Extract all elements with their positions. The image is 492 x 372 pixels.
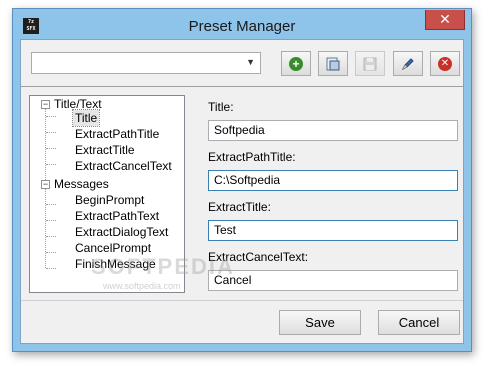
tree-item-extract-cancel-text[interactable]: ExtractCancelText — [75, 158, 172, 174]
extract-path-title-label: ExtractPathTitle: — [208, 150, 296, 164]
tree-item-title[interactable]: Title — [71, 109, 101, 127]
plus-circle-icon: + — [289, 56, 303, 71]
window-close-button[interactable]: ✕ — [425, 10, 465, 30]
collapse-icon[interactable]: − — [41, 100, 50, 109]
title-field[interactable]: Softpedia — [208, 120, 458, 141]
extract-path-title-field[interactable]: C:\Softpedia — [208, 170, 458, 191]
softpedia-watermark-url: www.softpedia.com — [103, 281, 181, 291]
pencil-icon — [401, 57, 414, 70]
load-preset-button[interactable] — [318, 51, 348, 76]
chevron-down-icon[interactable]: ▼ — [246, 57, 255, 67]
preset-select[interactable]: ▼ — [31, 52, 261, 74]
toolbar-divider — [21, 86, 463, 87]
floppy-disk-icon — [363, 57, 377, 70]
document-load-icon — [326, 57, 340, 70]
collapse-icon[interactable]: − — [41, 180, 50, 189]
edit-preset-button[interactable] — [393, 51, 423, 76]
tree-group-messages[interactable]: Messages — [54, 176, 109, 192]
preset-manager-window: 7z SFX Preset Manager ✕ ▼ + ✕ − Title/Te… — [12, 8, 472, 352]
save-preset-button[interactable] — [355, 51, 385, 76]
delete-circle-icon: ✕ — [438, 56, 452, 71]
extract-cancel-text-field[interactable]: Cancel — [208, 270, 458, 291]
extract-title-label: ExtractTitle: — [208, 200, 271, 214]
tree-item-extract-title[interactable]: ExtractTitle — [75, 142, 135, 158]
tree-item-extract-path-text[interactable]: ExtractPathText — [75, 208, 159, 224]
tree-item-extract-path-title[interactable]: ExtractPathTitle — [75, 126, 159, 142]
footer-divider — [21, 300, 463, 301]
title-label: Title: — [208, 100, 234, 114]
add-preset-button[interactable]: + — [281, 51, 311, 76]
close-icon: ✕ — [439, 11, 451, 27]
tree-item-begin-prompt[interactable]: BeginPrompt — [75, 192, 144, 208]
softpedia-watermark: SOFTPEDIA — [91, 254, 235, 279]
save-button[interactable]: Save — [279, 310, 361, 335]
window-title: Preset Manager — [188, 18, 296, 35]
dialog-client-area: ▼ + ✕ − Title/Text Title ExtractPathTitl… — [20, 39, 464, 344]
cancel-button[interactable]: Cancel — [378, 310, 460, 335]
delete-preset-button[interactable]: ✕ — [430, 51, 460, 76]
extract-title-field[interactable]: Test — [208, 220, 458, 241]
tree-item-extract-dialog-text[interactable]: ExtractDialogText — [75, 224, 168, 240]
